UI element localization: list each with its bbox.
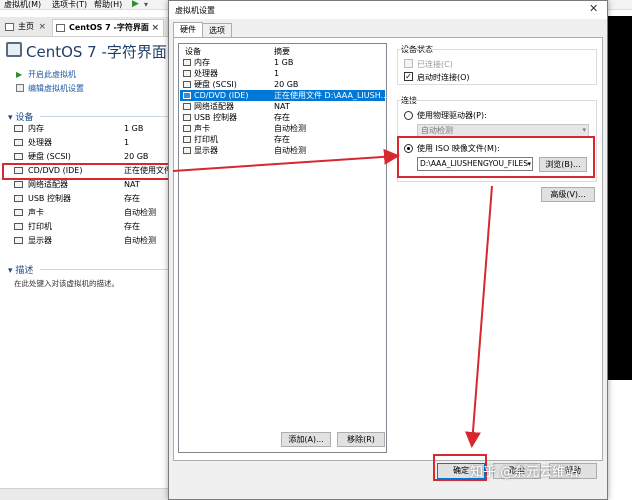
annotation-arrow [172,148,400,172]
annotation-arrow [464,185,493,448]
annotation-arrows [172,148,493,448]
watermark: 知乎 @奈元云维站 [470,465,579,480]
